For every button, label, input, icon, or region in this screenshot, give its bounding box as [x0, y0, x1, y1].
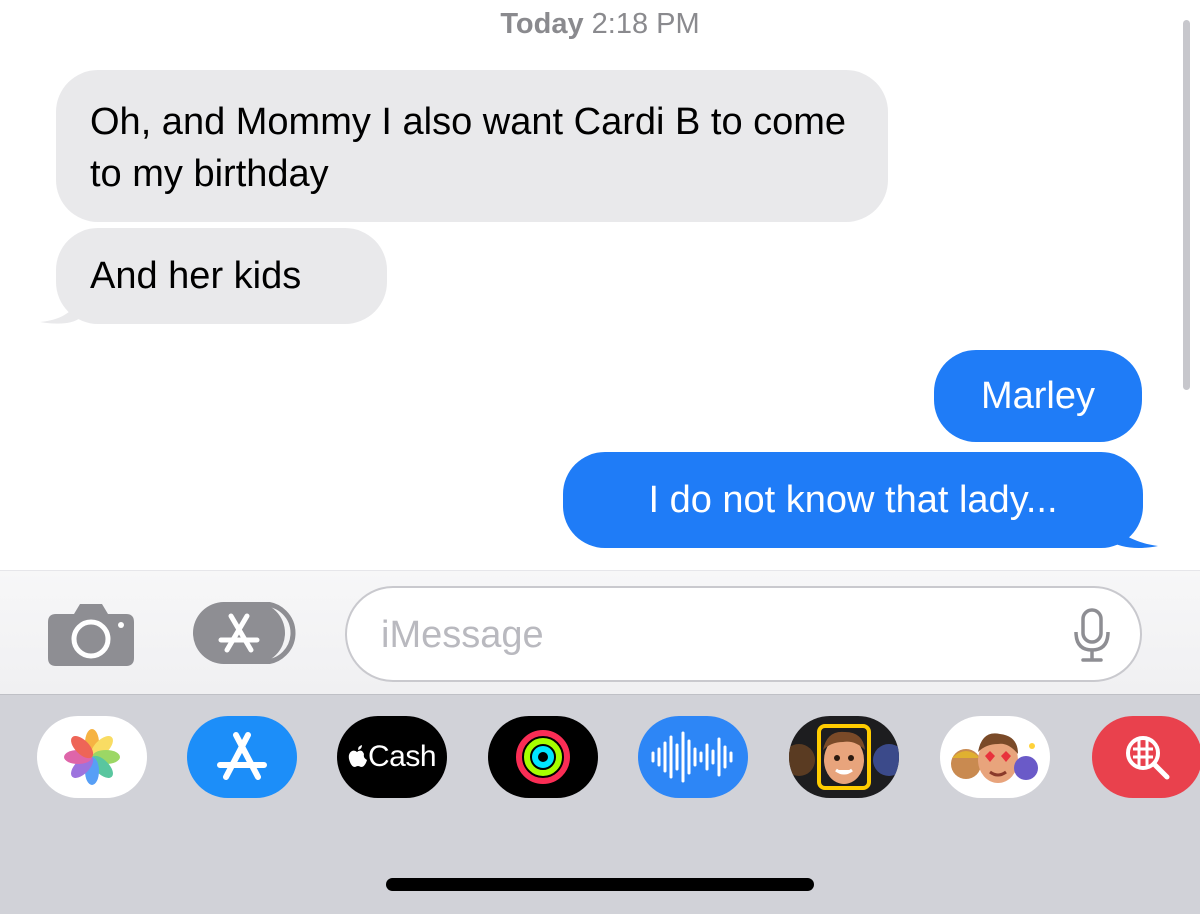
camera-icon[interactable]: [48, 600, 134, 666]
incoming-message-bubble[interactable]: Oh, and Mommy I also want Cardi B to com…: [56, 70, 888, 222]
message-field[interactable]: [345, 586, 1142, 682]
app-store-icon[interactable]: [193, 602, 298, 664]
apple-cash-icon[interactable]: Cash: [337, 716, 447, 798]
image-search-icon[interactable]: [1092, 716, 1200, 798]
app-store-icon[interactable]: [187, 716, 297, 798]
audio-message-icon[interactable]: [638, 716, 748, 798]
apple-logo-icon: [348, 745, 367, 767]
incoming-message-bubble[interactable]: And her kids: [56, 228, 387, 324]
outgoing-message-bubble[interactable]: Marley: [934, 350, 1142, 442]
home-indicator[interactable]: [386, 878, 814, 891]
memoji-stickers-icon[interactable]: [940, 716, 1050, 798]
microphone-icon[interactable]: [1074, 608, 1110, 662]
cash-label: Cash: [367, 740, 437, 773]
thread-timestamp: Today 2:18 PM: [0, 8, 1200, 41]
scrollbar[interactable]: [1183, 20, 1190, 390]
message-input[interactable]: [381, 608, 1061, 662]
outgoing-message-bubble[interactable]: I do not know that lady...: [563, 452, 1143, 548]
messages-screen: Today 2:18 PM Oh, and Mommy I also want …: [0, 0, 1200, 914]
activity-icon[interactable]: [488, 716, 598, 798]
memoji-icon[interactable]: [789, 716, 899, 798]
photos-icon[interactable]: [37, 716, 147, 798]
timestamp-time: 2:18 PM: [591, 8, 700, 40]
timestamp-day: Today: [500, 8, 584, 40]
